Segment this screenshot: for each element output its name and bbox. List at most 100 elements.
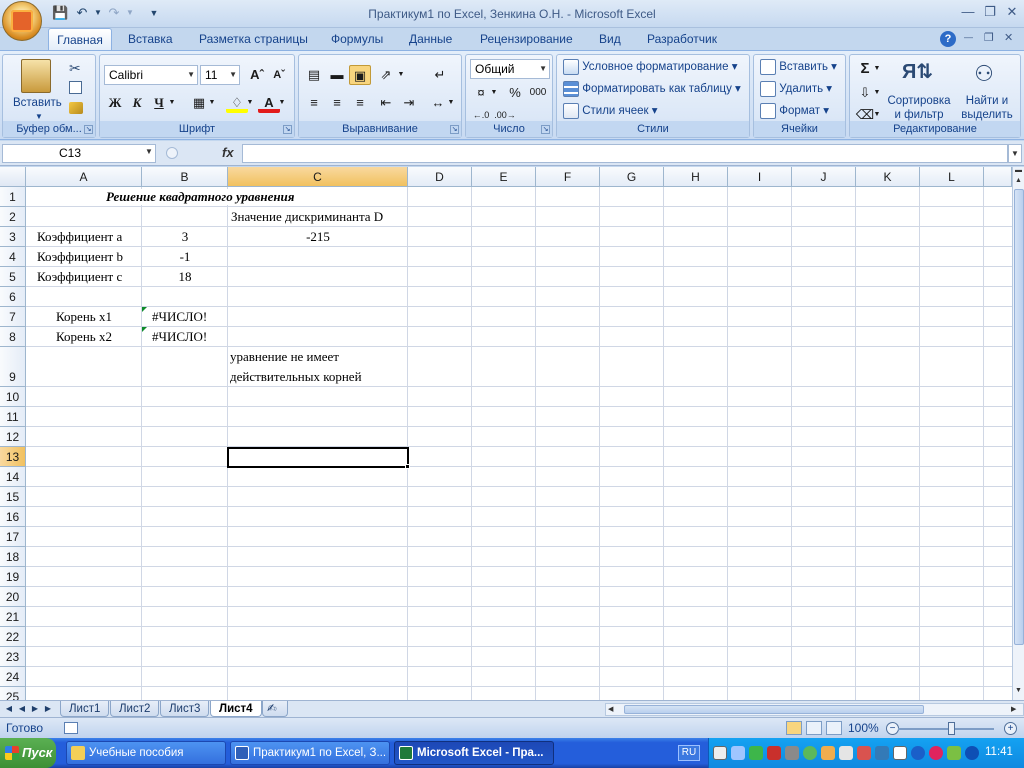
scroll-up-icon[interactable]: ▲ <box>1013 177 1024 187</box>
taskbar-item-word[interactable]: Практикум1 по Excel, З... <box>230 741 390 765</box>
prev-sheet-icon[interactable]: ◀ <box>17 703 27 715</box>
scroll-right-icon[interactable]: ▶ <box>1011 705 1016 713</box>
font-name-select[interactable]: Calibri ▼ <box>104 65 198 85</box>
borders-dropdown-icon[interactable]: ▼ <box>206 93 218 113</box>
horizontal-scrollbar[interactable]: ◀ ▶ <box>605 703 1024 716</box>
redo-icon[interactable]: ↷ <box>106 5 122 21</box>
zoom-slider-thumb[interactable] <box>948 722 955 735</box>
macro-record-icon[interactable] <box>64 722 78 734</box>
name-box[interactable]: C13 <box>2 144 156 163</box>
tray-green-icon[interactable] <box>749 746 763 760</box>
italic-button[interactable]: К <box>126 93 148 113</box>
tray-display-icon[interactable] <box>731 746 745 760</box>
undo-icon[interactable]: ↶ <box>74 5 90 21</box>
close-button[interactable]: ✕ <box>1002 3 1022 21</box>
tab-review[interactable]: Рецензирование <box>476 28 577 50</box>
row-header-22[interactable]: 22 <box>0 627 26 647</box>
format-as-table-button[interactable]: Форматировать как таблицу ▾ <box>563 81 741 97</box>
column-header-c[interactable]: C <box>228 167 408 187</box>
language-indicator[interactable]: RU <box>678 745 700 761</box>
row-header-17[interactable]: 17 <box>0 527 26 547</box>
restore-button[interactable]: ❐ <box>980 3 1000 21</box>
scroll-left-icon[interactable]: ◀ <box>608 705 613 713</box>
tab-insert[interactable]: Вставка <box>124 28 177 50</box>
row-header-10[interactable]: 10 <box>0 387 26 407</box>
row-header-20[interactable]: 20 <box>0 587 26 607</box>
column-header-i[interactable]: I <box>728 167 792 187</box>
insert-function-button[interactable]: fx <box>222 145 234 160</box>
insert-cells-button[interactable]: Вставить ▾ <box>760 59 837 75</box>
fill-dropdown-icon[interactable]: ▼ <box>872 83 882 103</box>
thousands-separator-button[interactable]: 000 <box>526 83 550 103</box>
percent-button[interactable]: % <box>504 83 526 103</box>
tray-update-icon[interactable] <box>875 746 889 760</box>
redo-dropdown-icon[interactable]: ▼ <box>122 5 138 21</box>
row-header-21[interactable]: 21 <box>0 607 26 627</box>
cell-b5[interactable]: 18 <box>142 269 228 285</box>
font-color-dropdown-icon[interactable]: ▼ <box>276 93 288 113</box>
row-header-1[interactable]: 1 <box>0 187 26 207</box>
align-top-icon[interactable]: ▤ <box>303 65 325 85</box>
cell-styles-button[interactable]: Стили ячеек ▾ <box>563 103 658 119</box>
tab-formulas[interactable]: Формулы <box>327 28 387 50</box>
ribbon-minimize-icon[interactable]: — <box>964 32 973 42</box>
vertical-scroll-thumb[interactable] <box>1014 189 1024 645</box>
zoom-level[interactable]: 100% <box>848 721 879 735</box>
taskbar-item-excel[interactable]: Microsoft Excel - Пра... <box>394 741 554 765</box>
row-header-6[interactable]: 6 <box>0 287 26 307</box>
worksheet-grid[interactable]: A B C D E F G H I J K L 1 2 3 4 5 6 7 8 … <box>0 167 1012 700</box>
tab-home[interactable]: Главная <box>48 28 112 50</box>
cell-b4[interactable]: -1 <box>142 249 228 265</box>
format-cells-button[interactable]: Формат ▾ <box>760 103 829 119</box>
office-button[interactable] <box>2 1 42 41</box>
row-header-9[interactable]: 9 <box>0 347 26 387</box>
tray-antivirus-icon[interactable] <box>857 746 871 760</box>
row-header-2[interactable]: 2 <box>0 207 26 227</box>
sheet-tab-3[interactable]: Лист3 <box>160 701 210 717</box>
decrease-indent-icon[interactable]: ⇤ <box>375 93 397 113</box>
fill-color-dropdown-icon[interactable]: ▼ <box>244 93 256 113</box>
column-header-a[interactable]: A <box>26 167 142 187</box>
orientation-dropdown-icon[interactable]: ▼ <box>395 65 407 85</box>
select-all-button[interactable] <box>0 167 26 187</box>
column-header-k[interactable]: K <box>856 167 920 187</box>
number-launcher-icon[interactable]: ↘ <box>541 125 550 134</box>
conditional-formatting-button[interactable]: Условное форматирование ▾ <box>563 59 737 75</box>
insert-sheet-icon[interactable]: ✍ <box>262 701 288 717</box>
help-icon[interactable]: ? <box>940 31 956 47</box>
zoom-slider-track[interactable] <box>898 728 994 730</box>
wrap-text-icon[interactable]: ↵ <box>429 65 451 85</box>
column-header-g[interactable]: G <box>600 167 664 187</box>
error-indicator-icon[interactable] <box>142 307 147 312</box>
horizontal-scroll-thumb[interactable] <box>624 705 924 714</box>
shrink-font-icon[interactable]: Aˇ <box>268 65 290 85</box>
clock[interactable]: 11:41 <box>985 746 1013 758</box>
paste-icon[interactable] <box>21 59 51 93</box>
tab-page-layout[interactable]: Разметка страницы <box>195 28 312 50</box>
start-button[interactable]: Пуск <box>0 738 56 768</box>
merge-dropdown-icon[interactable]: ▼ <box>445 93 457 113</box>
cell-c9-line2[interactable]: действительных корней <box>230 369 362 385</box>
tray-connection-icon[interactable] <box>947 746 961 760</box>
page-layout-view-icon[interactable] <box>806 721 822 735</box>
tray-security-icon[interactable] <box>821 746 835 760</box>
zoom-in-icon[interactable]: + <box>1004 722 1017 735</box>
align-left-icon[interactable]: ≡ <box>303 93 325 113</box>
taskbar-item-folder[interactable]: Учебные пособия <box>66 741 226 765</box>
cell-a5[interactable]: Коэффициент c <box>37 269 122 285</box>
last-sheet-icon[interactable]: ▶ <box>43 703 53 715</box>
column-header-h[interactable]: H <box>664 167 728 187</box>
font-launcher-icon[interactable]: ↘ <box>283 125 292 134</box>
ribbon-restore-icon[interactable]: ❐ <box>984 31 994 44</box>
tray-opera-icon[interactable] <box>929 746 943 760</box>
scroll-down-icon[interactable]: ▼ <box>1013 687 1024 697</box>
clipboard-launcher-icon[interactable]: ↘ <box>84 125 93 134</box>
row-header-7[interactable]: 7 <box>0 307 26 327</box>
expand-formula-bar-icon[interactable]: ▼ <box>1008 144 1022 163</box>
vertical-scrollbar[interactable]: ▬ ▲ ▼ <box>1012 167 1024 700</box>
row-header-3[interactable]: 3 <box>0 227 26 247</box>
row-header-13[interactable]: 13 <box>0 447 26 467</box>
orientation-icon[interactable]: ⇗ <box>375 65 397 85</box>
binoculars-icon[interactable]: ⚇ <box>970 61 998 89</box>
alignment-launcher-icon[interactable]: ↘ <box>450 125 459 134</box>
